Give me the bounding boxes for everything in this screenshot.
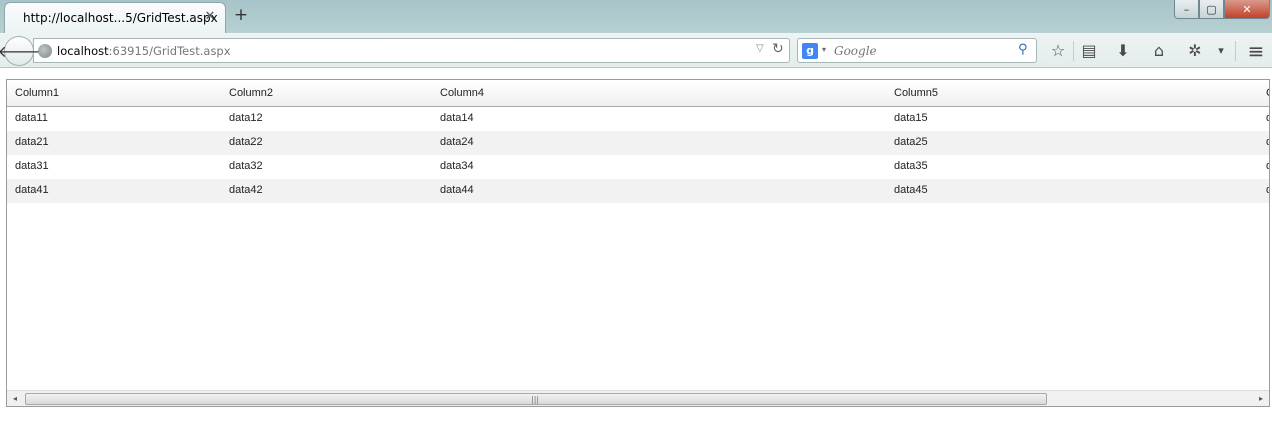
table-row[interactable]: data11 data12 data14 data15 d [7,107,1269,131]
window-controls: – ▢ ✕ [1174,0,1272,19]
addon-icon[interactable]: ✲ [1184,40,1206,62]
bookmarks-list-icon[interactable]: ▤ [1078,40,1100,62]
scrollbar-thumb[interactable]: ||| [25,393,1047,405]
scrollbar-grip-icon: ||| [531,395,540,404]
grid-cell: data44 [440,184,474,196]
url-host: localhost [57,44,109,58]
scroll-right-arrow-icon[interactable]: ▸ [1255,392,1267,406]
grid-cell: data35 [894,160,928,172]
grid-cell: data42 [229,184,263,196]
column-header[interactable]: Column4 [440,87,484,99]
url-history-dropdown-icon[interactable]: ▽ [756,43,764,54]
bookmark-star-icon[interactable]: ☆ [1047,40,1069,62]
search-engine-icon[interactable]: g [802,43,818,59]
toolbar-separator [1235,41,1236,61]
grid-cell: d [1266,184,1269,196]
table-row[interactable]: data21 data22 data24 data25 d [7,131,1269,155]
column-header[interactable]: Column2 [229,87,273,99]
grid-cell: data25 [894,136,928,148]
grid-cell: data14 [440,112,474,124]
minimize-button[interactable]: – [1174,0,1199,19]
horizontal-scrollbar[interactable]: ◂ ||| ▸ [7,390,1269,406]
grid-cell: data45 [894,184,928,196]
grid-cell: d [1266,160,1269,172]
downloads-icon[interactable]: ⬇ [1112,40,1134,62]
back-button[interactable]: 🡐 [0,36,40,66]
search-engine-dropdown-icon[interactable]: ▾ [822,45,826,54]
grid-cell: data22 [229,136,263,148]
toolbar-separator [1073,41,1074,61]
tab-title: http://localhost...5/GridTest.aspx [23,11,218,25]
grid-cell: data32 [229,160,263,172]
grid-cell: data34 [440,160,474,172]
tab-gridtest[interactable]: http://localhost...5/GridTest.aspx ✕ [4,2,226,34]
column-header[interactable]: Column1 [15,87,59,99]
search-go-icon[interactable]: ⚲ [1018,42,1028,57]
tab-close-icon[interactable]: ✕ [203,8,217,26]
column-header[interactable]: C [1266,87,1269,99]
navigation-toolbar: localhost:63915/GridTest.aspx ▽ ↻ 🡐 g ▾ … [0,33,1272,68]
column-header[interactable]: Column5 [894,87,938,99]
grid-cell: d [1266,136,1269,148]
grid-cell: data12 [229,112,263,124]
menu-icon[interactable]: ≡ [1245,40,1267,62]
addon-dropdown-icon[interactable]: ▾ [1210,40,1232,62]
grid-header: Column1 Column2 Column4 Column5 C [7,80,1269,107]
table-row[interactable]: data41 data42 data44 data45 d [7,179,1269,203]
reload-icon[interactable]: ↻ [772,41,784,57]
grid-cell: data21 [15,136,49,148]
close-window-button[interactable]: ✕ [1224,0,1270,19]
grid-cell: data11 [15,112,48,124]
scroll-left-arrow-icon[interactable]: ◂ [9,392,21,406]
url-bar[interactable]: localhost:63915/GridTest.aspx ▽ ↻ [33,38,790,63]
grid-cell: data31 [15,160,49,172]
data-grid: Column1 Column2 Column4 Column5 C data11… [6,79,1270,407]
maximize-button[interactable]: ▢ [1199,0,1224,19]
grid-cell: data24 [440,136,474,148]
table-row[interactable]: data31 data32 data34 data35 d [7,155,1269,179]
grid-cell: data41 [15,184,49,196]
new-tab-button[interactable]: + [232,5,250,25]
search-input[interactable] [834,43,1014,59]
grid-cell: d [1266,112,1269,124]
home-icon[interactable]: ⌂ [1148,40,1170,62]
url-path: :63915/GridTest.aspx [108,44,231,58]
browser-titlebar: http://localhost...5/GridTest.aspx ✕ + –… [0,0,1272,34]
grid-cell: data15 [894,112,928,124]
url-text[interactable]: localhost:63915/GridTest.aspx [57,44,231,58]
search-bar[interactable]: g ▾ ⚲ [797,38,1037,63]
